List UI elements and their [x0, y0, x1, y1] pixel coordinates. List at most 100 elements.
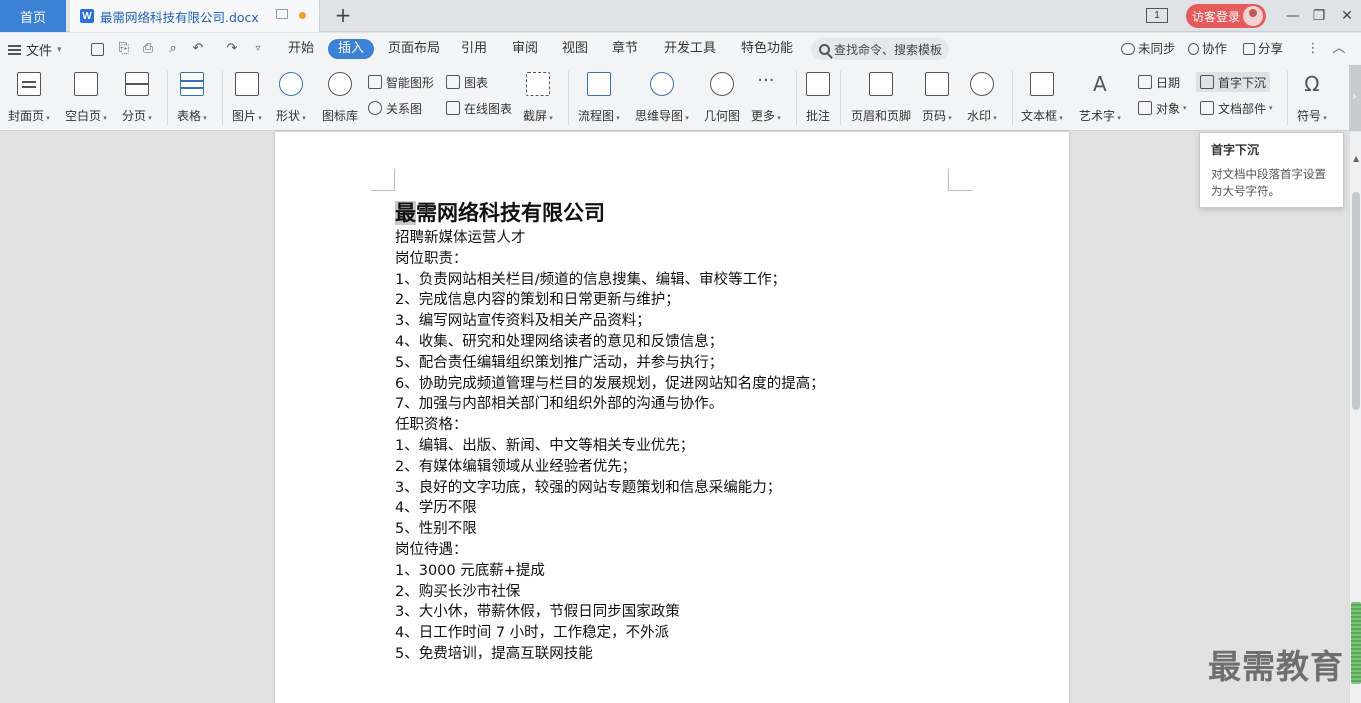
symbol-button[interactable]: Ω 符号 [1297, 70, 1327, 128]
document-line[interactable]: 2、购买长沙市社保 [395, 582, 955, 603]
restore-button[interactable]: ❐ [1308, 5, 1330, 27]
document-line[interactable]: 1、编辑、出版、新闻、中文等相关专业优先； [395, 436, 955, 457]
document-line[interactable]: 1、3000 元底薪+提成 [395, 561, 955, 582]
document-line[interactable]: 7、加强与内部相关部门和组织外部的沟通与协作。 [395, 394, 955, 415]
document-tab-title: 最需网络科技有限公司.docx [100, 9, 259, 25]
document-line[interactable]: 岗位职责： [395, 249, 955, 270]
document-line[interactable]: 5、性别不限 [395, 519, 955, 540]
shape-button[interactable]: 形状 [276, 70, 306, 128]
document-page[interactable]: 最需网络科技有限公司 招聘新媒体运营人才 岗位职责： 1、负责网站相关栏目/频道的信… [275, 132, 1069, 703]
quick-access-dropdown-icon[interactable]: ▿ [250, 41, 266, 57]
cover-page-button[interactable]: 封面页 [8, 70, 50, 128]
tab-references[interactable]: 引用 [461, 39, 487, 59]
selected-first-char[interactable]: 最 [395, 201, 416, 225]
sync-button[interactable]: 未同步 [1121, 39, 1176, 59]
export-icon[interactable]: ⎘ [116, 41, 132, 57]
object-button[interactable]: 对象 ▾ [1138, 98, 1187, 118]
file-menu[interactable]: 文件 ▾ [8, 40, 62, 59]
tab-home[interactable]: 开始 [288, 39, 314, 59]
document-line[interactable]: 3、良好的文字功底，较强的网站专题策划和信息采编能力； [395, 478, 955, 499]
vertical-scrollbar[interactable]: ▲ [1349, 132, 1361, 703]
document-lines: 招聘新媒体运营人才 岗位职责： 1、负责网站相关栏目/频道的信息搜集、编辑、审校等工… [395, 228, 955, 665]
document-line[interactable]: 任职资格： [395, 415, 955, 436]
tab-developer[interactable]: 开发工具 [664, 39, 716, 59]
comment-button[interactable]: 批注 [806, 70, 830, 128]
table-icon [179, 72, 204, 96]
document-body[interactable]: 最需网络科技有限公司 招聘新媒体运营人才 岗位职责： 1、负责网站相关栏目/频道的信… [395, 198, 955, 665]
watermark-label: 水印 [967, 107, 997, 124]
relation-chart-button[interactable]: 关系图 [368, 98, 422, 118]
flowchart-button[interactable]: 流程图 [578, 70, 620, 128]
collab-button[interactable]: 协作 [1188, 39, 1227, 59]
tab-chapter[interactable]: 章节 [612, 39, 638, 59]
geometry-label: 几何图 [704, 109, 741, 123]
guest-login-button[interactable]: 访客登录 [1186, 4, 1266, 28]
share-button[interactable]: 分享 [1243, 39, 1283, 59]
document-line[interactable]: 6、协助完成频道管理与栏目的发展规划，促进网站知名度的提高； [395, 374, 955, 395]
document-line[interactable]: 岗位待遇： [395, 540, 955, 561]
document-tab[interactable]: W 最需网络科技有限公司.docx [70, 0, 320, 32]
doc-parts-button[interactable]: 文档部件 ▾ [1200, 98, 1273, 118]
minimize-button[interactable]: — [1282, 5, 1304, 27]
scrollbar-thumb[interactable] [1352, 192, 1360, 410]
tab-view[interactable]: 视图 [562, 39, 588, 59]
document-line[interactable]: 招聘新媒体运营人才 [395, 228, 955, 249]
undo-icon[interactable]: ↶ [190, 41, 206, 57]
document-line[interactable]: 3、编写网站宣传资料及相关产品资料； [395, 311, 955, 332]
document-line[interactable]: 3、大小休，带薪休假，节假日同步国家政策 [395, 602, 955, 623]
ribbon-scroll-right-button[interactable] [1349, 65, 1361, 131]
wordart-button[interactable]: A 艺术字 [1079, 70, 1121, 128]
document-line[interactable]: 4、收集、研究和处理网络读者的意见和反馈信息； [395, 332, 955, 353]
monitor-icon[interactable] [276, 9, 288, 19]
print-preview-icon[interactable]: ⌕ [165, 41, 181, 57]
page-number-button[interactable]: 页码 [922, 70, 952, 128]
collapse-ribbon-icon[interactable]: ︿ [1331, 41, 1347, 57]
more-options-icon[interactable]: ⋮ [1305, 41, 1321, 57]
save-icon[interactable] [91, 43, 104, 56]
screenshot-button[interactable]: 截屏 [523, 70, 553, 128]
textbox-button[interactable]: 文本框 [1021, 70, 1063, 128]
header-footer-button[interactable]: 页眉和页脚 [851, 70, 911, 128]
geometry-button[interactable]: 几何图 [704, 70, 740, 128]
ribbon-divider [167, 71, 168, 125]
scroll-up-icon[interactable]: ▲ [1353, 154, 1359, 163]
tab-features[interactable]: 特色功能 [741, 39, 793, 59]
date-label: 日期 [1156, 75, 1181, 90]
icon-library-button[interactable]: 图标库 [322, 70, 358, 128]
home-tab[interactable]: 首页 [0, 0, 66, 32]
document-line[interactable]: 1、负责网站相关栏目/频道的信息搜集、编辑、审校等工作； [395, 270, 955, 291]
close-button[interactable]: ✕ [1336, 5, 1358, 27]
page-break-button[interactable]: 分页 [122, 70, 152, 128]
new-tab-button[interactable]: + [332, 4, 354, 26]
date-button[interactable]: 日期 [1138, 72, 1180, 92]
tab-review[interactable]: 审阅 [512, 39, 538, 59]
document-heading[interactable]: 最需网络科技有限公司 [395, 198, 955, 228]
margin-corner-marker [371, 169, 395, 191]
guest-login-label: 访客登录 [1192, 9, 1241, 24]
document-line[interactable]: 4、日工作时间 7 小时，工作稳定，不外派 [395, 623, 955, 644]
document-line[interactable]: 2、有媒体编辑领域从业经验者优先； [395, 457, 955, 478]
tab-page-layout[interactable]: 页面布局 [388, 39, 440, 59]
online-chart-button[interactable]: 在线图表 [446, 98, 512, 118]
document-line[interactable]: 5、免费培训，提高互联网技能 [395, 644, 955, 665]
watermark-button[interactable]: 水印 [967, 70, 997, 128]
tab-insert[interactable]: 插入 [328, 39, 375, 59]
smart-shape-button[interactable]: 智能图形 [368, 72, 434, 92]
more-button[interactable]: ··· 更多 [751, 70, 781, 128]
table-button[interactable]: 表格 [177, 70, 207, 128]
document-line[interactable]: 2、完成信息内容的策划和日常更新与维护； [395, 290, 955, 311]
mindmap-button[interactable]: 思维导图 [635, 70, 689, 128]
document-line[interactable]: 5、配合责任编辑组织策划推广活动，并参与执行； [395, 353, 955, 374]
picture-button[interactable]: 图片 [232, 70, 262, 128]
blank-page-button[interactable]: 空白页 [65, 70, 107, 128]
drop-cap-label: 首字下沉 [1218, 75, 1267, 90]
drop-cap-button[interactable]: 首字下沉 [1196, 72, 1271, 92]
print-icon[interactable]: ⎙ [140, 41, 156, 57]
document-line[interactable]: 4、学历不限 [395, 498, 955, 519]
watermark-icon [969, 72, 994, 96]
chart-button[interactable]: 图表 [446, 72, 488, 92]
command-search-input[interactable]: 查找命令、搜索模板 [811, 38, 949, 60]
page-indicator-icon[interactable]: 1 [1146, 8, 1168, 23]
redo-icon[interactable]: ↷ [224, 41, 240, 57]
document-area[interactable]: 最需网络科技有限公司 招聘新媒体运营人才 岗位职责： 1、负责网站相关栏目/频道的信… [0, 132, 1349, 703]
